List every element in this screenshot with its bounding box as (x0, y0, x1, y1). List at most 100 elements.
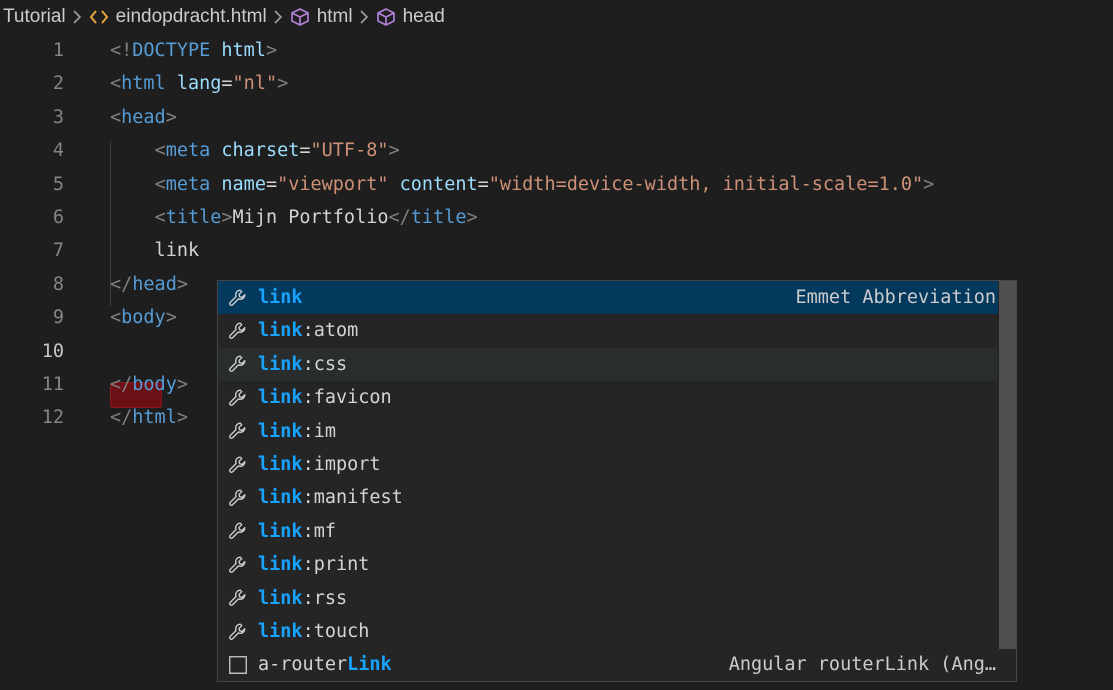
line-code: </head> (110, 274, 188, 295)
code-token: charset (221, 140, 300, 162)
code-line[interactable]: 6 <title>Mijn Portfolio</title> (0, 201, 1113, 234)
wrench-icon (223, 516, 253, 546)
code-token: lang (176, 73, 222, 95)
breadcrumb: Tutorial eindopdracht.html html head (0, 0, 1113, 34)
breadcrumb-item-folder[interactable]: Tutorial (3, 6, 66, 28)
line-number: 9 (52, 307, 64, 329)
code-line[interactable]: 3 <head> (0, 101, 1113, 134)
wrench-icon (223, 316, 253, 346)
code-token: "nl" (232, 73, 278, 95)
suggestion-match: link (258, 353, 303, 375)
line-number: 5 (52, 173, 64, 195)
suggestion-rest: :touch (302, 621, 370, 642)
suggestion-rest: :print (302, 554, 370, 576)
line-code: <meta name="viewport" content="width=dev… (110, 173, 935, 195)
suggestion-match: link (258, 621, 303, 642)
code-line[interactable]: 4 <meta charset="UTF-8"> (0, 134, 1113, 167)
code-line[interactable]: 2 <html lang="nl"> (0, 67, 1113, 100)
suggestion-item[interactable]: link:favicon (218, 381, 998, 414)
code-token: title (410, 207, 467, 228)
suggestion-match: link (258, 454, 303, 475)
suggestion-rest: :im (302, 420, 336, 442)
chevron-right-icon (359, 7, 369, 27)
suggestion-item[interactable]: link:manifest (218, 481, 998, 514)
suggestion-item[interactable]: link:mf (218, 515, 998, 548)
chevron-right-icon (273, 7, 283, 27)
breadcrumb-item-html[interactable]: html (289, 6, 353, 28)
code-token: < (154, 140, 166, 162)
code-token: < (110, 73, 122, 95)
wrench-icon (223, 583, 253, 613)
cube-icon (289, 6, 311, 28)
suggestion-item[interactable]: link:print (218, 548, 998, 581)
line-code: <title>Mijn Portfolio</title> (110, 207, 478, 228)
wrench-icon (223, 483, 253, 513)
suggestion-match: link (258, 287, 303, 308)
code-token: </ (388, 207, 411, 228)
suggestion-item[interactable]: link:im (218, 415, 998, 448)
code-token: "viewport" (277, 173, 389, 195)
suggestion-item[interactable]: link:css (218, 347, 998, 381)
suggestion-item[interactable]: link:rss (218, 582, 998, 615)
suggest-widget[interactable]: a-router Link Angular routerLink (Ang… link… (217, 280, 1017, 682)
line-code: <meta charset="UTF-8"> (110, 140, 400, 161)
suggestion-item[interactable]: a-router Link Angular routerLink (Ang… (218, 648, 998, 681)
suggestion-detail: Emmet Abbreviation (795, 287, 996, 308)
line-number: 7 (52, 240, 64, 262)
code-line[interactable]: 1 <!DOCTYPE html> (0, 34, 1113, 67)
code-token: > (277, 73, 289, 95)
wrench-icon (223, 349, 253, 379)
code-token: </ (110, 374, 133, 395)
suggestion-match: link (258, 587, 303, 609)
code-token: head (132, 273, 177, 295)
line-number: 11 (41, 374, 64, 395)
code-token: body (121, 307, 166, 329)
wrench-icon (223, 283, 253, 313)
snippet-icon (223, 650, 253, 680)
code-token: < (154, 207, 166, 228)
breadcrumb-item-head[interactable]: head (375, 6, 445, 28)
suggestion-match: link (258, 554, 303, 576)
code-token: content (399, 173, 478, 195)
suggestion-match: link (258, 487, 303, 509)
code-token: <! (110, 40, 133, 61)
line-number: 3 (52, 106, 64, 128)
code-token: name (221, 173, 266, 195)
line-number: 1 (52, 40, 64, 61)
code-token: = (265, 173, 278, 195)
code-line[interactable]: 7 link (0, 234, 1113, 267)
breadcrumb-folder-label: Tutorial (3, 6, 66, 27)
html-file-icon (88, 6, 110, 28)
code-token: </ (110, 407, 133, 429)
line-number: 10 (41, 340, 64, 362)
suggestion-item[interactable]: link Emmet Abbreviation (218, 281, 998, 314)
suggestion-item[interactable]: link:touch (218, 615, 998, 648)
suggestion-item[interactable]: link:atom (218, 314, 998, 347)
suggestion-match: link (258, 420, 303, 442)
wrench-icon (223, 617, 253, 647)
code-token: html (132, 407, 177, 429)
code-token: "UTF-8" (310, 140, 389, 162)
code-token: body (132, 374, 177, 395)
code-line[interactable]: 5 <meta name="viewport" content="width=d… (0, 168, 1113, 201)
suggestion-rest: :css (302, 353, 348, 375)
suggestion-rest: :import (302, 454, 381, 475)
line-number: 8 (52, 273, 64, 295)
code-token: head (121, 106, 166, 128)
code-token: > (265, 40, 278, 61)
suggest-scrollbar[interactable] (999, 281, 1016, 649)
code-token: > (466, 207, 478, 228)
chevron-right-icon (72, 7, 82, 27)
line-code: <body> (110, 307, 177, 328)
suggestion-detail: Angular routerLink (Ang… (728, 654, 996, 676)
line-number: 12 (41, 407, 64, 429)
breadcrumb-item-file[interactable]: eindopdracht.html (88, 6, 267, 28)
cube-icon (375, 6, 397, 28)
suggestion-item[interactable]: link:import (218, 448, 998, 481)
